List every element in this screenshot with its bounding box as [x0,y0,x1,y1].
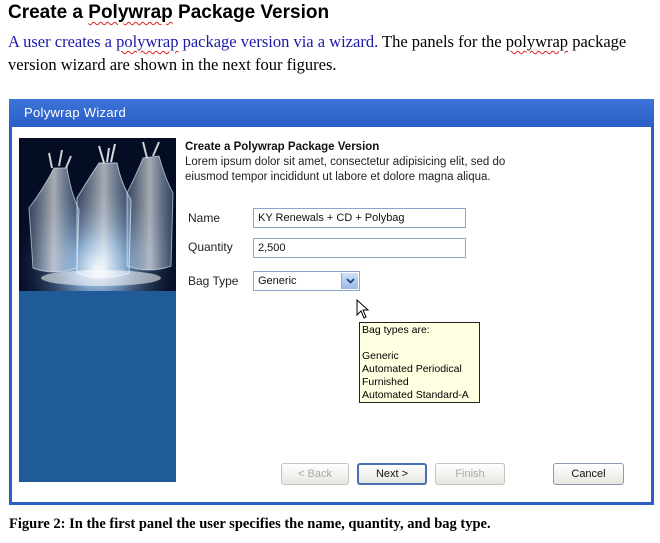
heading-suffix: Package Version [172,2,330,23]
intro-misspelled-word-1: polywrap [116,32,179,51]
finish-button[interactable]: Finish [435,463,505,485]
heading-prefix: Create a [8,2,89,23]
panel-description: Lorem ipsum dolor sit amet, consectetur … [185,156,506,183]
name-input[interactable]: KY Renewals + CD + Polybag [253,208,466,228]
cancel-button[interactable]: Cancel [553,463,624,485]
intro-blue-part-1: A user creates a [8,32,117,51]
back-button[interactable]: < Back [281,463,349,485]
tooltip-item: Automated Standard-A [362,389,469,401]
intro-black-part-1: The panels for the [378,32,506,51]
polybag-product-image [19,138,176,291]
name-label: Name [188,211,221,225]
intro-paragraph: A user creates a polywrap package versio… [8,30,648,76]
intro-link-text[interactable]: A user creates a polywrap package versio… [8,32,378,51]
tooltip-item: Automated Periodical [362,363,462,375]
heading-misspelled-word: Polywrap [88,2,173,23]
quantity-input[interactable]: 2,500 [253,238,466,258]
intro-misspelled-word-2: polywrap [505,32,569,51]
bag-type-tooltip: Bag types are: Generic Automated Periodi… [359,322,480,403]
document-heading: Create a Polywrap Package Version [8,2,329,24]
next-button[interactable]: Next > [357,463,427,485]
wizard-content: Create a Polywrap Package Version Lorem … [185,141,535,185]
quantity-label: Quantity [188,240,233,254]
panel-title: Create a Polywrap Package Version [185,141,380,153]
bag-type-selected-value: Generic [258,275,297,287]
bag-type-select[interactable]: Generic [253,271,360,291]
mouse-cursor-icon [356,299,370,319]
tooltip-item: Furnished [362,376,409,388]
intro-blue-part-2: package version via a wizard. [178,32,379,51]
tooltip-heading: Bag types are: [362,324,430,336]
bag-type-label: Bag Type [188,274,239,288]
wizard-window: Polywrap Wizard Create a Polywrap Packag… [9,99,654,505]
wizard-titlebar[interactable]: Polywrap Wizard [9,99,654,127]
wizard-side-panel [19,138,176,482]
chevron-down-icon[interactable] [341,273,358,289]
figure-caption: Figure 2: In the first panel the user sp… [9,516,491,532]
wizard-client-area: Create a Polywrap Package Version Lorem … [12,127,651,502]
tooltip-item: Generic [362,350,399,362]
